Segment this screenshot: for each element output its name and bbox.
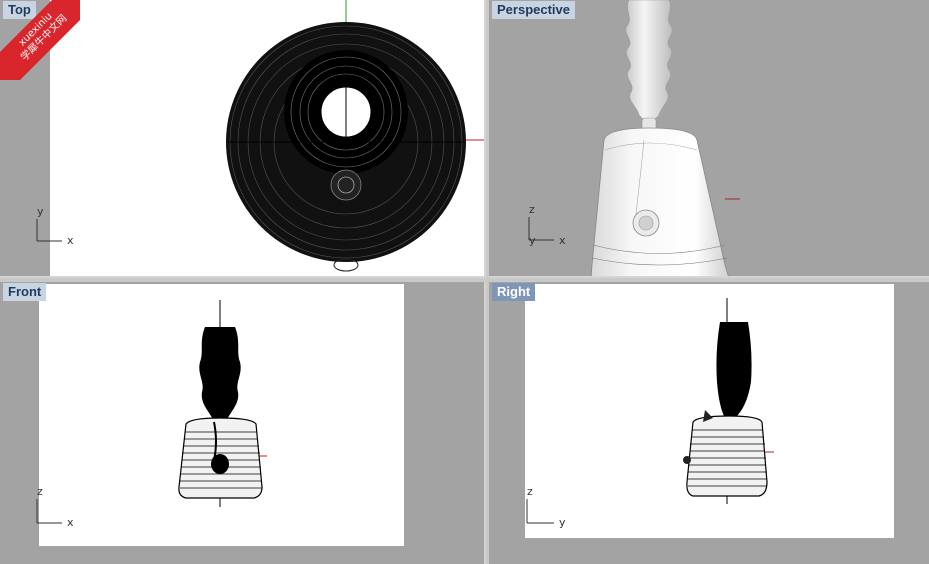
axis-label-x: x [67, 516, 74, 529]
front-view-geometry: z x [36, 300, 267, 529]
viewport-right[interactable]: z y Right [489, 282, 929, 564]
axis-label-y: y [529, 234, 536, 247]
viewport-top[interactable]: y x Top xuexiniu 学犀牛中文网 [0, 0, 486, 278]
axis-label-z: z [37, 485, 43, 498]
axis-label-y: y [37, 205, 44, 218]
axis-label-z: z [527, 485, 533, 498]
viewport-label-perspective[interactable]: Perspective [492, 1, 575, 19]
watermark-line2: 学犀牛中文网 [19, 13, 70, 64]
axis-label-y: y [559, 516, 566, 529]
viewport-front[interactable]: z x Front [0, 282, 486, 564]
right-view-geometry: z y [526, 298, 774, 529]
viewport-label-right[interactable]: Right [492, 283, 536, 301]
perspective-view-geometry: z y x [528, 0, 740, 276]
viewport-perspective[interactable]: z y x Perspective [489, 0, 929, 278]
axis-label-x: x [67, 234, 74, 247]
axis-label-z: z [529, 203, 535, 216]
watermark-ribbon: xuexiniu 学犀牛中文网 [0, 0, 80, 80]
axis-label-x: x [559, 234, 566, 247]
viewport-label-front[interactable]: Front [3, 283, 47, 301]
